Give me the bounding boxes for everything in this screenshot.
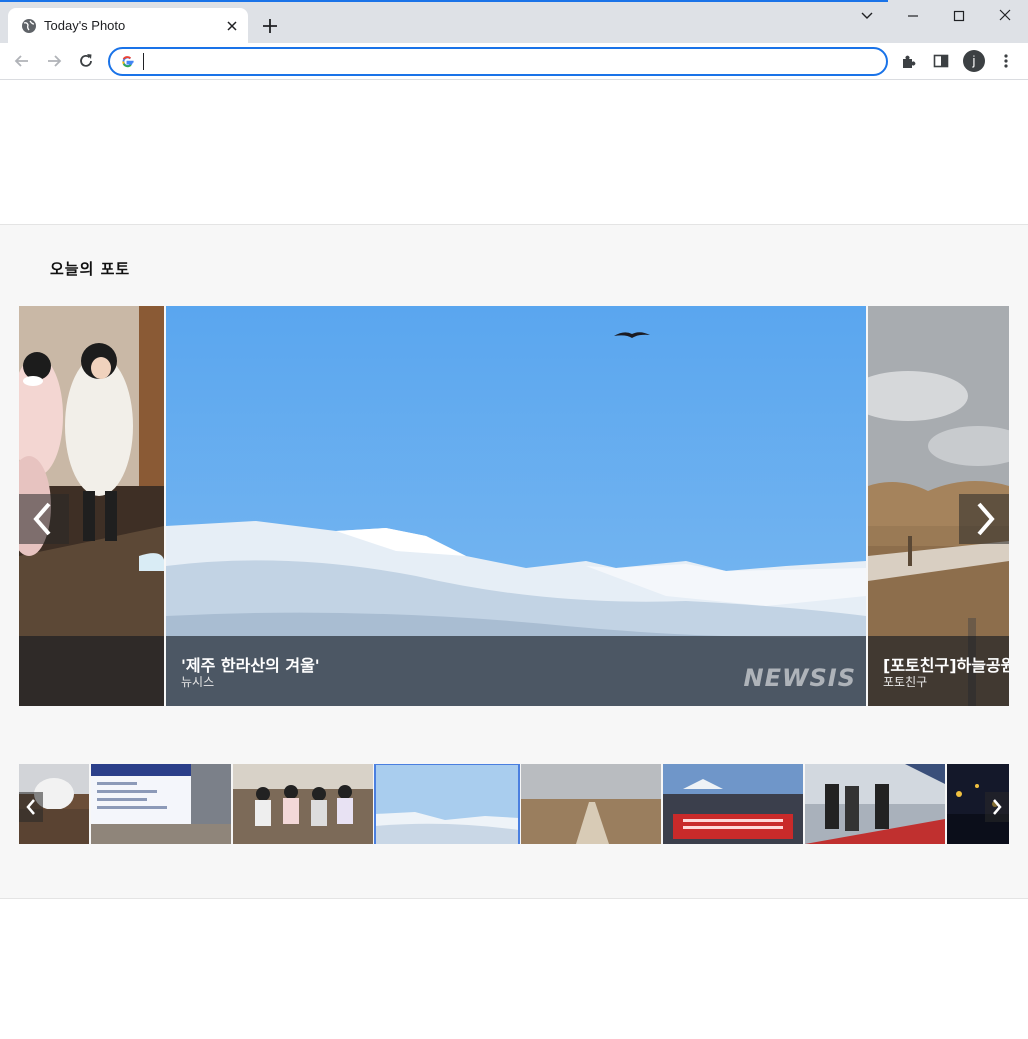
browser-tab-bar: Today's Photo [0,0,1028,43]
back-icon[interactable] [12,51,32,71]
loading-indicator [0,0,888,2]
thumbnail[interactable] [91,764,231,844]
thumb-image-ticket-board [91,764,231,844]
close-window-icon[interactable] [993,6,1017,26]
slide-caption [19,636,164,706]
thumbnail[interactable] [805,764,945,844]
thumb-image-children [233,764,373,844]
thumbnail-strip [19,764,1009,844]
slide-next-button[interactable] [959,494,1009,544]
thumbs-next-button[interactable] [985,792,1009,822]
menu-kebab-icon[interactable] [996,51,1016,71]
thumbs-prev-button[interactable] [19,792,43,822]
thumbnail[interactable] [663,764,803,844]
tab-search-icon[interactable] [855,6,879,26]
reload-icon[interactable] [76,51,96,71]
chevron-left-icon [33,502,51,536]
chevron-right-icon [977,502,995,536]
text-caret [143,53,144,70]
side-panel-icon[interactable] [931,51,951,71]
thumb-image-press-conference [663,764,803,844]
section-title: 오늘의 포토 [50,260,131,278]
slide-caption: '제주 한라산의 겨울' 뉴시스 NEWSIS [166,636,866,706]
forward-icon[interactable] [44,51,64,71]
thumb-image-field-path [521,764,661,844]
globe-icon [22,19,36,33]
slide-source: 포토친구 [883,675,928,689]
thumbnail[interactable] [521,764,661,844]
google-icon [122,56,134,68]
thumbnail[interactable] [233,764,373,844]
today-photo-section: 오늘의 포토 '제주 한라산의 겨울' 뉴시스 NEWSIS [포토친구]하늘공… [0,224,1028,899]
profile-avatar[interactable]: j [963,50,985,72]
newsis-watermark: NEWSIS [743,664,856,692]
tab-title: Today's Photo [44,18,126,33]
thumb-image-red-carpet [805,764,945,844]
address-bar[interactable] [108,47,888,76]
browser-tab[interactable]: Today's Photo [8,8,248,43]
page-footer-area [0,899,1028,1039]
maximize-icon[interactable] [947,6,971,26]
slide-source: 뉴시스 [181,675,215,689]
slide-prev-button[interactable] [19,494,69,544]
page-header-area [0,80,1028,224]
slide-caption: [포토친구]하늘공원 포토친구 [868,636,1009,706]
chevron-left-icon [26,799,35,815]
extensions-icon[interactable] [899,51,919,71]
thumb-image-hallasan [375,764,519,844]
minimize-icon[interactable] [901,6,925,26]
new-tab-icon[interactable] [259,15,281,37]
slide-current[interactable]: '제주 한라산의 겨울' 뉴시스 NEWSIS [166,306,866,706]
browser-toolbar [0,43,1028,80]
thumbnail-active[interactable] [374,764,520,844]
chevron-right-icon [993,799,1002,815]
close-tab-icon[interactable] [224,18,240,34]
